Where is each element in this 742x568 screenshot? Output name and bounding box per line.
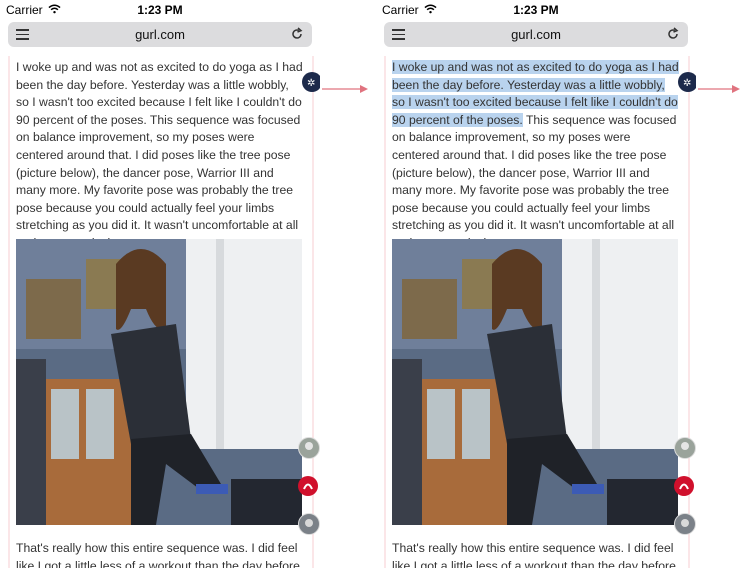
address-bar[interactable]: gurl.com xyxy=(384,22,688,47)
address-bar[interactable]: gurl.com xyxy=(8,22,312,47)
avatar-icon[interactable] xyxy=(674,437,696,459)
arrow-right-icon xyxy=(322,85,368,93)
svg-text:✲: ✲ xyxy=(307,78,315,89)
paragraph-text: I woke up and was not as excited to do y… xyxy=(16,60,303,250)
svg-text:✲: ✲ xyxy=(683,78,691,89)
avatar-icon[interactable] xyxy=(674,513,696,535)
article-content: I woke up and was not as excited to do y… xyxy=(10,56,310,568)
lululemon-icon[interactable] xyxy=(298,476,318,496)
phone-screen-right: Carrier 1:23 PM gurl.com I woke up and w… xyxy=(376,0,696,568)
clock-time: 1:23 PM xyxy=(137,3,183,17)
reload-icon[interactable] xyxy=(290,27,304,41)
arrow-right-icon xyxy=(698,85,740,93)
side-badge-icon[interactable]: ✲ xyxy=(302,72,320,92)
yoga-tree-pose-photo xyxy=(16,239,302,525)
status-bar: Carrier 1:23 PM xyxy=(376,0,696,20)
article-paragraph-1[interactable]: I woke up and was not as excited to do y… xyxy=(392,59,680,253)
paragraph-text: This sequence was focused on balance imp… xyxy=(392,112,677,250)
article-paragraph-1[interactable]: I woke up and was not as excited to do y… xyxy=(16,59,304,253)
reload-icon[interactable] xyxy=(666,27,680,41)
yoga-tree-pose-photo xyxy=(392,239,678,525)
avatar-icon[interactable] xyxy=(298,437,320,459)
url-text: gurl.com xyxy=(511,27,561,42)
avatar-icon[interactable] xyxy=(298,513,320,535)
article-paragraph-2: That's really how this entire sequence w… xyxy=(16,541,304,568)
url-text: gurl.com xyxy=(135,27,185,42)
lululemon-icon[interactable] xyxy=(674,476,694,496)
article-content: I woke up and was not as excited to do y… xyxy=(386,56,686,568)
side-badge-icon[interactable]: ✲ xyxy=(678,72,696,92)
phone-screen-left: Carrier 1:23 PM gurl.com I woke up and w… xyxy=(0,0,320,568)
article-paragraph-2: That's really how this entire sequence w… xyxy=(392,541,680,568)
clock-time: 1:23 PM xyxy=(513,3,559,17)
status-bar: Carrier 1:23 PM xyxy=(0,0,320,20)
